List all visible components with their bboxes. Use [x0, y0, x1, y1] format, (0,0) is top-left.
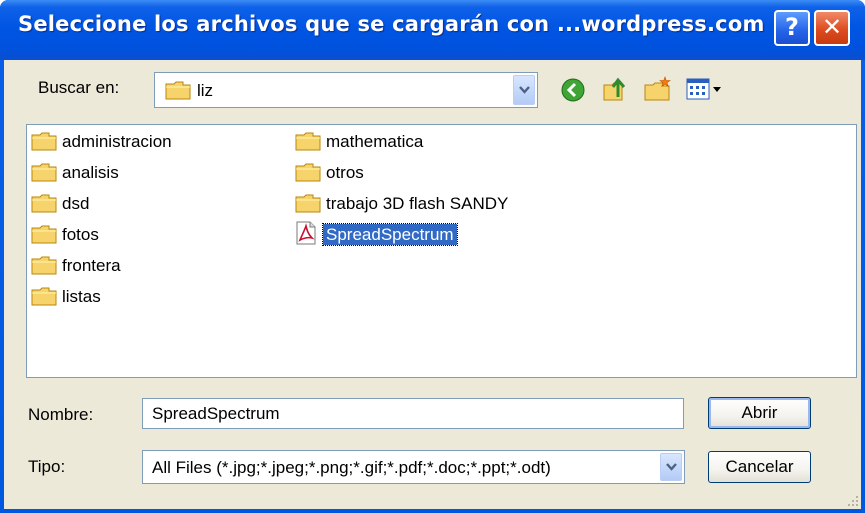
title-bar[interactable]: Seleccione los archivos que se cargarán …: [0, 0, 865, 60]
file-list[interactable]: administracion analisis dsd fotos fronte…: [26, 124, 857, 378]
view-menu-icon[interactable]: [686, 78, 726, 100]
new-folder-icon[interactable]: [643, 75, 673, 103]
folder-name: listas: [62, 287, 101, 306]
resize-grip-icon[interactable]: [845, 493, 859, 507]
lookin-dropdown[interactable]: liz: [154, 72, 538, 108]
folder-name: trabajo 3D flash SANDY: [326, 194, 509, 213]
file-name: SpreadSpectrum: [322, 223, 458, 246]
filename-input[interactable]: SpreadSpectrum: [142, 398, 684, 429]
lookin-value: liz: [197, 81, 214, 100]
chevron-down-icon: [666, 463, 677, 471]
help-button[interactable]: ?: [774, 10, 810, 46]
lookin-dropdown-button[interactable]: [513, 75, 535, 105]
chevron-down-icon: [519, 86, 530, 94]
open-button[interactable]: Abrir: [708, 397, 811, 429]
filetype-dropdown-button[interactable]: [660, 453, 682, 481]
file-item-selected[interactable]: SpreadSpectrum: [295, 221, 615, 247]
folder-item[interactable]: listas: [31, 283, 281, 309]
folder-name: mathematica: [326, 132, 424, 151]
folder-icon: [31, 256, 57, 275]
folder-icon: [31, 225, 57, 244]
folder-item[interactable]: otros: [295, 159, 595, 185]
folder-name: administracion: [62, 132, 172, 151]
filename-label: Nombre:: [28, 405, 94, 424]
up-folder-icon[interactable]: [602, 75, 630, 103]
folder-icon: [31, 287, 57, 306]
cancel-button[interactable]: Cancelar: [708, 451, 811, 483]
folder-item[interactable]: frontera: [31, 252, 281, 278]
folder-icon: [31, 194, 57, 213]
dialog-window: Seleccione los archivos que se cargarán …: [0, 0, 865, 513]
pdf-file-icon: [296, 221, 316, 245]
folder-item[interactable]: dsd: [31, 190, 281, 216]
folder-item[interactable]: trabajo 3D flash SANDY: [295, 190, 615, 216]
lookin-label: Buscar en:: [38, 78, 120, 97]
folder-item[interactable]: fotos: [31, 221, 281, 247]
folder-item[interactable]: analisis: [31, 159, 281, 185]
folder-icon: [31, 163, 57, 182]
folder-icon: [31, 132, 57, 151]
filetype-value: All Files (*.jpg;*.jpeg;*.png;*.gif;*.pd…: [152, 458, 551, 477]
folder-name: fotos: [62, 225, 99, 244]
filetype-label: Tipo:: [28, 457, 66, 476]
folder-icon: [165, 81, 191, 100]
dialog-body: Buscar en: liz administracion analisis d…: [4, 60, 861, 509]
folder-name: analisis: [62, 163, 119, 182]
folder-item[interactable]: mathematica: [295, 128, 595, 154]
folder-icon: [295, 132, 321, 151]
filetype-dropdown[interactable]: All Files (*.jpg;*.jpeg;*.png;*.gif;*.pd…: [142, 450, 685, 484]
back-icon[interactable]: [560, 77, 586, 103]
filename-value: SpreadSpectrum: [152, 404, 280, 423]
close-button[interactable]: ✕: [814, 10, 850, 46]
folder-name: frontera: [62, 256, 121, 275]
folder-name: otros: [326, 163, 364, 182]
folder-item[interactable]: administracion: [31, 128, 281, 154]
folder-name: dsd: [62, 194, 90, 213]
folder-icon: [295, 194, 321, 213]
window-title: Seleccione los archivos que se cargarán …: [18, 12, 765, 36]
folder-icon: [295, 163, 321, 182]
